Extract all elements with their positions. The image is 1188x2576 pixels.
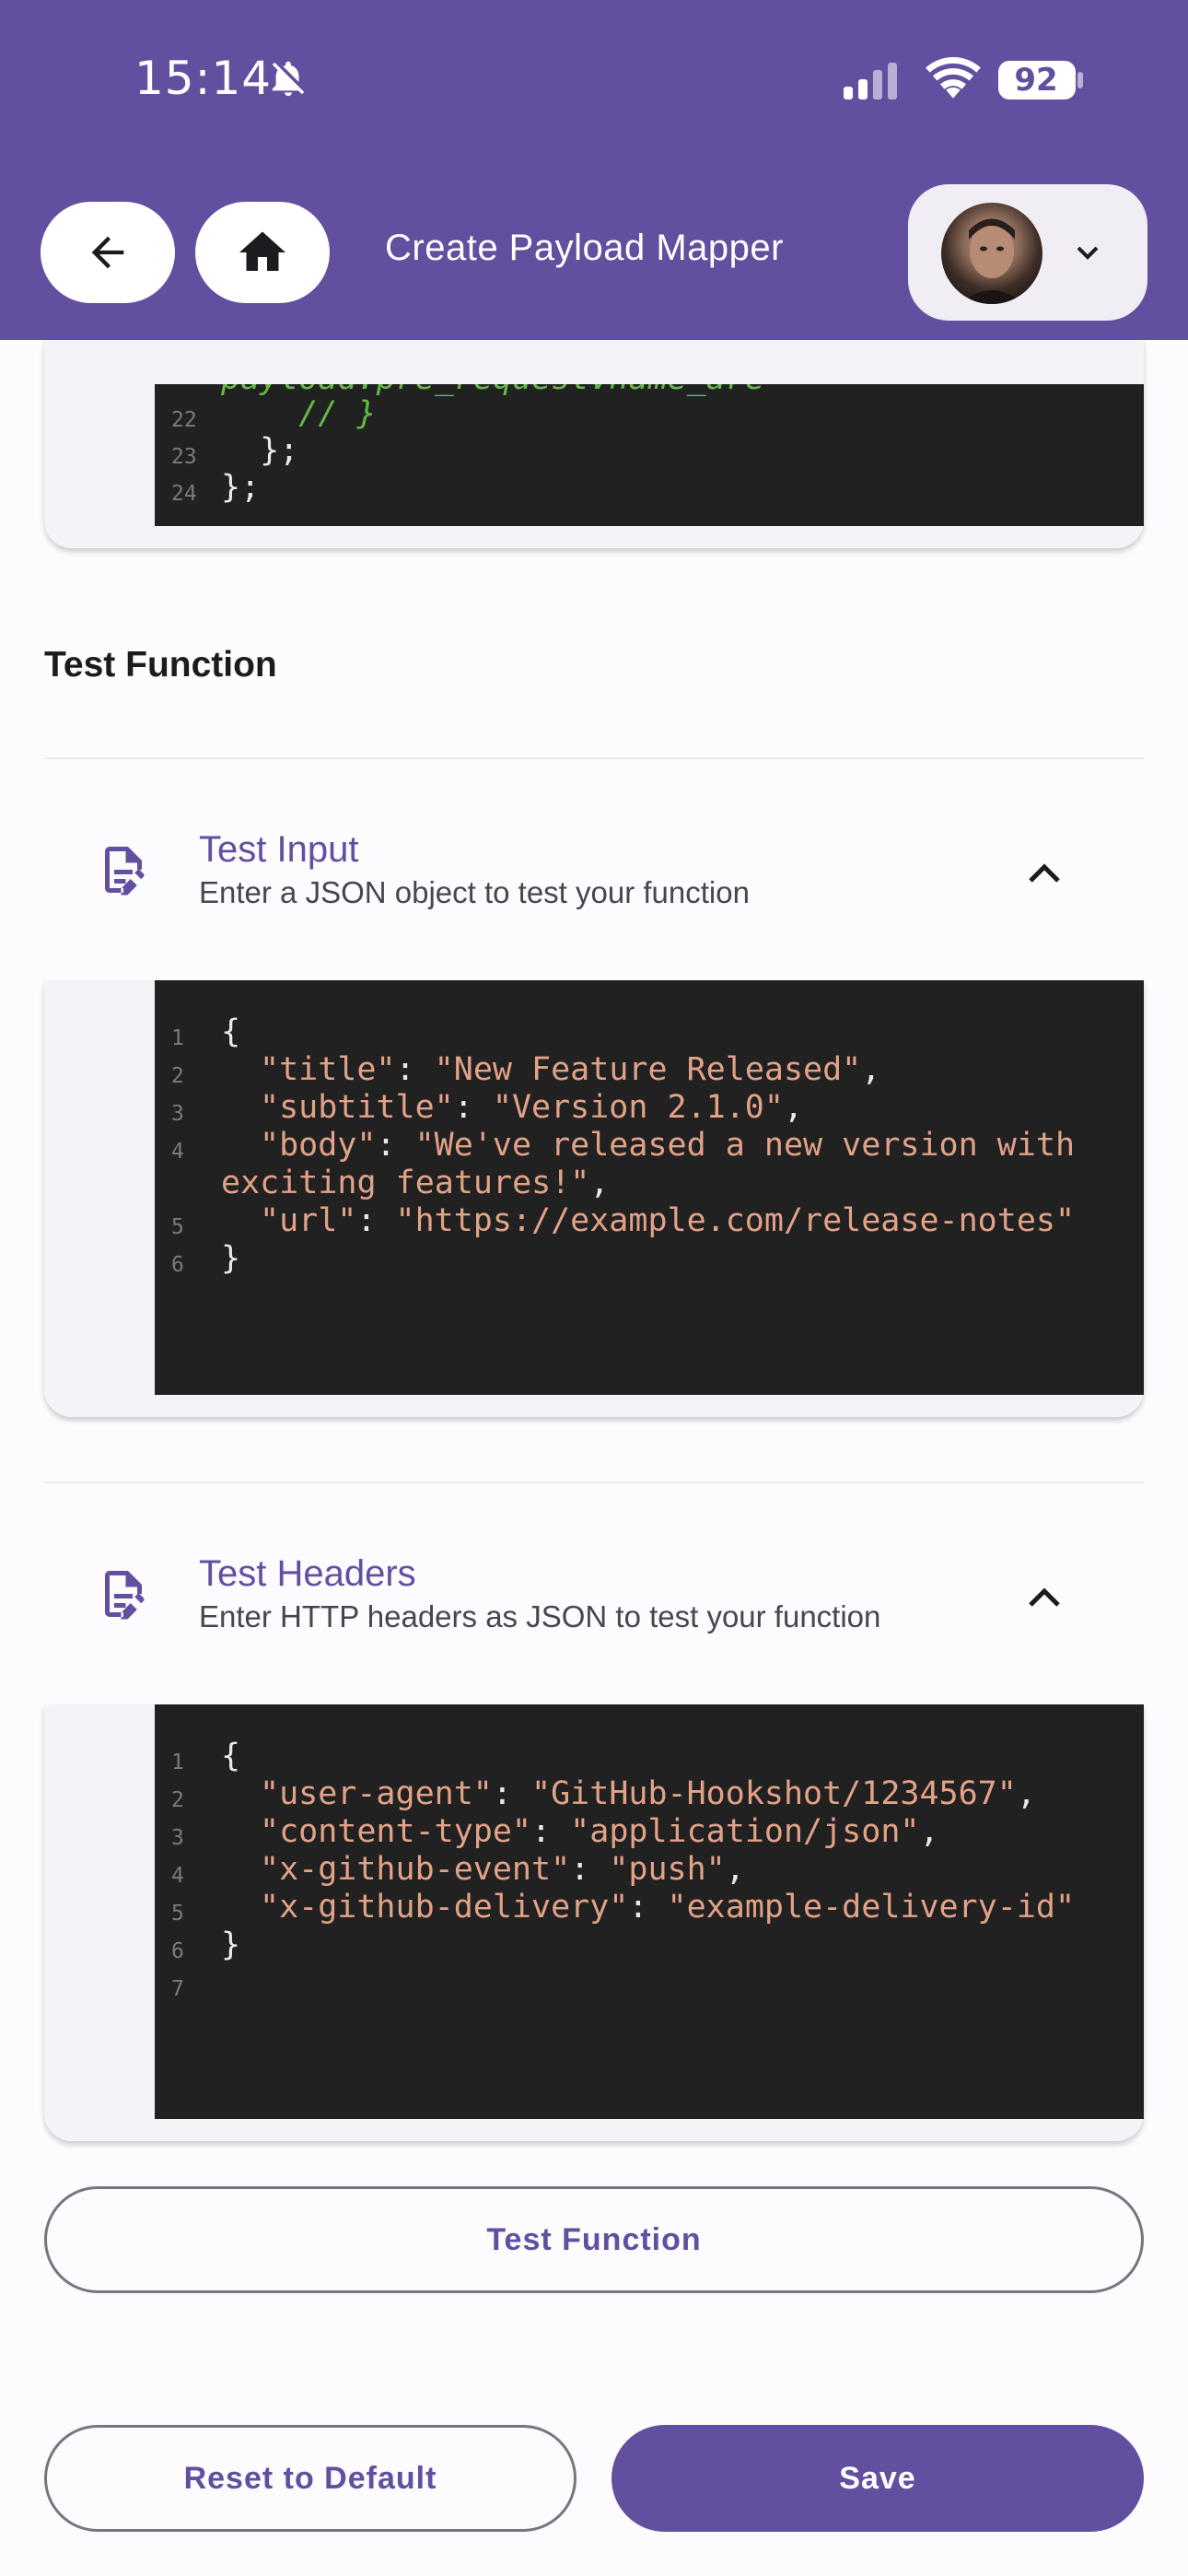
code-line: { — [221, 1013, 241, 1050]
test-headers-editor[interactable]: 1{ 2 "user-agent": "GitHub-Hookshot/12345… — [155, 1704, 1144, 2119]
test-headers-subtitle: Enter HTTP headers as JSON to test your … — [199, 1599, 881, 1633]
test-headers-card: 1{ 2 "user-agent": "GitHub-Hookshot/12345… — [44, 1704, 1144, 2141]
test-input-header[interactable]: Test Input Enter a JSON object to test y… — [44, 757, 1144, 978]
code-line: } — [221, 1926, 241, 1963]
code-line: // } — [221, 395, 377, 432]
code-line: "url": "https://example.com/release-note… — [260, 1202, 1076, 1239]
wifi-icon — [926, 57, 981, 99]
reset-to-default-button[interactable]: Reset to Default — [44, 2425, 577, 2532]
home-button[interactable] — [195, 202, 330, 303]
avatar — [941, 203, 1042, 304]
code-line: } — [221, 1240, 241, 1277]
test-function-button[interactable]: Test Function — [44, 2186, 1144, 2293]
code-line: }; — [221, 469, 261, 506]
code-line: }; — [221, 432, 299, 469]
edit-note-icon — [105, 847, 145, 896]
bell-off-icon — [272, 61, 305, 97]
function-code-card: payload.pre_requestVname_are 22 // } 23 … — [44, 340, 1144, 548]
code-line: "body": "We've released a new version wi… — [260, 1127, 1076, 1164]
signal-icon — [844, 63, 897, 100]
battery-level: 92 — [1014, 62, 1058, 99]
code-line: exciting features!", — [221, 1165, 610, 1201]
code-line: "content-type": "application/json", — [260, 1813, 939, 1850]
chevron-down-icon — [1077, 246, 1099, 260]
test-input-subtitle: Enter a JSON object to test your functio… — [199, 875, 750, 909]
test-function-heading: Test Function — [44, 645, 277, 685]
code-line: "x-github-delivery": "example-delivery-i… — [260, 1889, 1076, 1926]
status-time: 15:14 — [134, 52, 273, 105]
code-line: "title": "New Feature Released", — [260, 1051, 881, 1088]
page-title: Create Payload Mapper — [385, 228, 784, 268]
arrow-back-icon — [91, 236, 124, 269]
test-input-title: Test Input — [199, 829, 359, 870]
code-line: { — [221, 1738, 241, 1774]
home-icon — [239, 231, 285, 271]
code-line: "subtitle": "Version 2.1.0", — [260, 1089, 804, 1126]
test-headers-title: Test Headers — [199, 1553, 416, 1594]
code-line: "x-github-event": "push", — [260, 1851, 745, 1888]
app-bar: 15:14 92 Create Payload Mapper — [0, 0, 1188, 340]
save-button[interactable]: Save — [611, 2425, 1144, 2532]
test-headers-header[interactable]: Test Headers Enter HTTP headers as JSON … — [44, 1481, 1144, 1703]
edit-note-icon — [105, 1571, 145, 1620]
function-code-editor[interactable]: payload.pre_requestVname_are 22 // } 23 … — [155, 384, 1144, 526]
back-button[interactable] — [41, 202, 175, 303]
test-input-editor[interactable]: 1{ 2 "title": "New Feature Released", 3 "s… — [155, 980, 1144, 1395]
chevron-up-icon[interactable] — [1026, 861, 1063, 884]
chevron-up-icon[interactable] — [1026, 1585, 1063, 1609]
code-line: "user-agent": "GitHub-Hookshot/1234567", — [260, 1775, 1036, 1812]
test-input-card: 1{ 2 "title": "New Feature Released", 3 "s… — [44, 980, 1144, 1417]
profile-menu-button[interactable] — [908, 184, 1147, 321]
